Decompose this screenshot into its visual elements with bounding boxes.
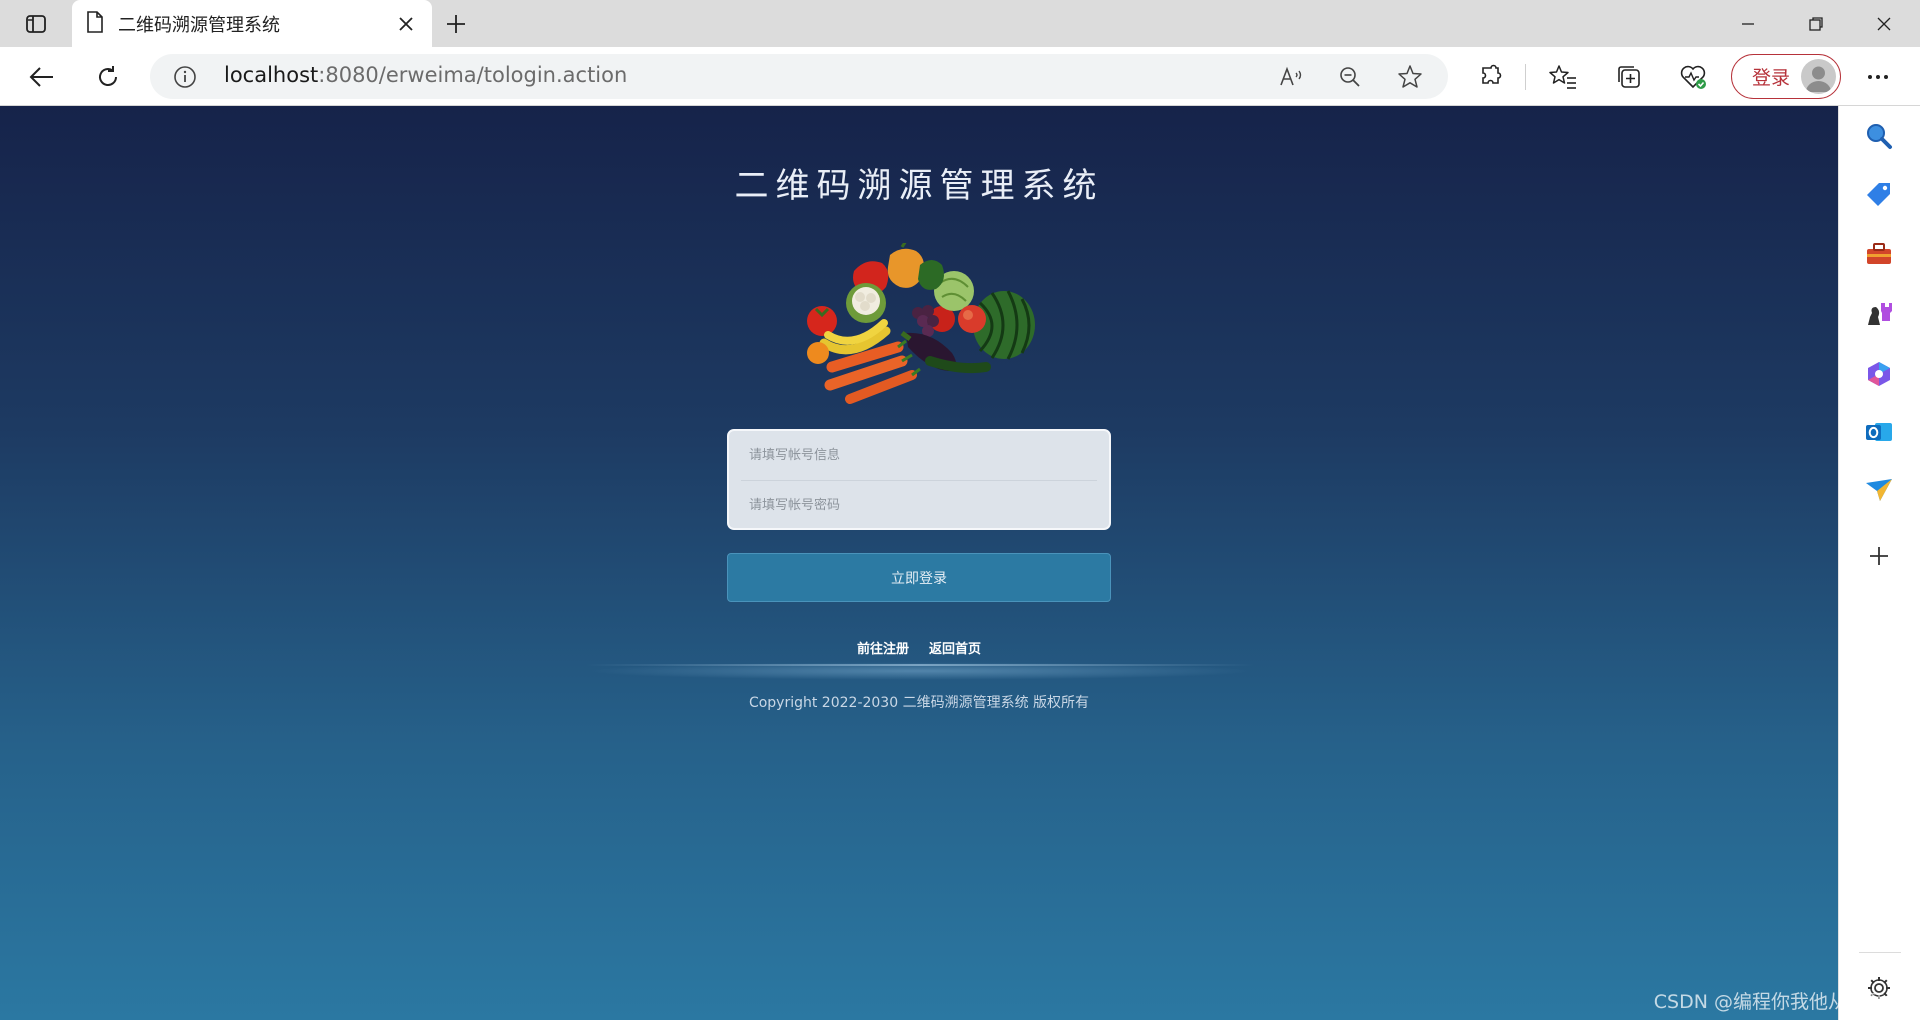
more-icon[interactable]: [1858, 57, 1898, 97]
games-icon[interactable]: [1861, 296, 1897, 332]
copilot-icon[interactable]: [1861, 356, 1897, 392]
sidebar-separator: [1859, 952, 1901, 953]
browser-essentials-icon[interactable]: [1674, 57, 1714, 97]
toolbar-separator: [1525, 64, 1526, 90]
copyright-text: Copyright 2022-2030 二维码溯源管理系统 版权所有: [748, 695, 1090, 711]
browser-tab[interactable]: 二维码溯源管理系统: [72, 0, 432, 48]
send-icon[interactable]: [1861, 472, 1897, 508]
register-link[interactable]: 前往注册: [857, 642, 909, 657]
login-page: 二维码溯源管理系统 请填写帐号信息 立即登录 前往注册 返回首页 Copyrig…: [0, 106, 1838, 1020]
url-path: :8080/erweima/tologin.action: [318, 63, 628, 87]
footer-links: 前往注册 返回首页: [0, 638, 1838, 657]
favorites-icon[interactable]: [1543, 57, 1583, 97]
edge-sidebar: [1838, 106, 1920, 1020]
url-text[interactable]: localhost:8080/erweima/tologin.action: [224, 63, 627, 87]
extensions-icon[interactable]: [1470, 57, 1510, 97]
url-host: localhost: [224, 63, 319, 87]
signin-button[interactable]: 登录: [1731, 54, 1841, 99]
zoom-out-icon[interactable]: [1335, 62, 1365, 92]
refresh-icon[interactable]: [88, 57, 128, 97]
login-form: [727, 429, 1111, 530]
tab-actions-icon[interactable]: [16, 10, 56, 38]
read-aloud-icon[interactable]: [1277, 62, 1307, 92]
address-toolbar: localhost:8080/erweima/tologin.action 登录: [0, 47, 1920, 106]
signin-label: 登录: [1752, 67, 1791, 89]
new-tab-icon[interactable]: [440, 8, 472, 40]
account-input[interactable]: [729, 431, 1109, 479]
outlook-icon[interactable]: [1861, 414, 1897, 450]
search-icon[interactable]: [1861, 118, 1897, 154]
vegetables-logo-image: [807, 243, 1035, 404]
back-icon[interactable]: [22, 57, 62, 97]
login-button[interactable]: 立即登录: [727, 553, 1111, 602]
favorite-star-icon[interactable]: [1395, 62, 1425, 92]
home-link[interactable]: 返回首页: [929, 642, 981, 657]
tab-close-icon[interactable]: [394, 12, 418, 36]
add-icon[interactable]: [1861, 538, 1897, 574]
password-input[interactable]: [729, 481, 1109, 529]
minimize-icon[interactable]: [1715, 0, 1781, 47]
restore-icon[interactable]: [1783, 0, 1849, 47]
tab-title: 二维码溯源管理系统: [118, 15, 280, 36]
page-document-icon: [86, 11, 104, 37]
tab-bar: 二维码溯源管理系统: [0, 0, 1920, 48]
address-bar[interactable]: localhost:8080/erweima/tologin.action: [150, 54, 1448, 99]
shopping-tag-icon[interactable]: [1861, 176, 1897, 212]
csdn-watermark: CSDN @编程你我他从零开始: [1653, 991, 1904, 1013]
glow-divider-line: [585, 664, 1255, 666]
collections-icon[interactable]: [1609, 57, 1649, 97]
avatar: [1801, 59, 1836, 94]
page-title: 二维码溯源管理系统: [734, 166, 1104, 206]
tools-icon[interactable]: [1861, 236, 1897, 272]
close-window-icon[interactable]: [1851, 0, 1917, 47]
info-icon[interactable]: [172, 64, 198, 90]
